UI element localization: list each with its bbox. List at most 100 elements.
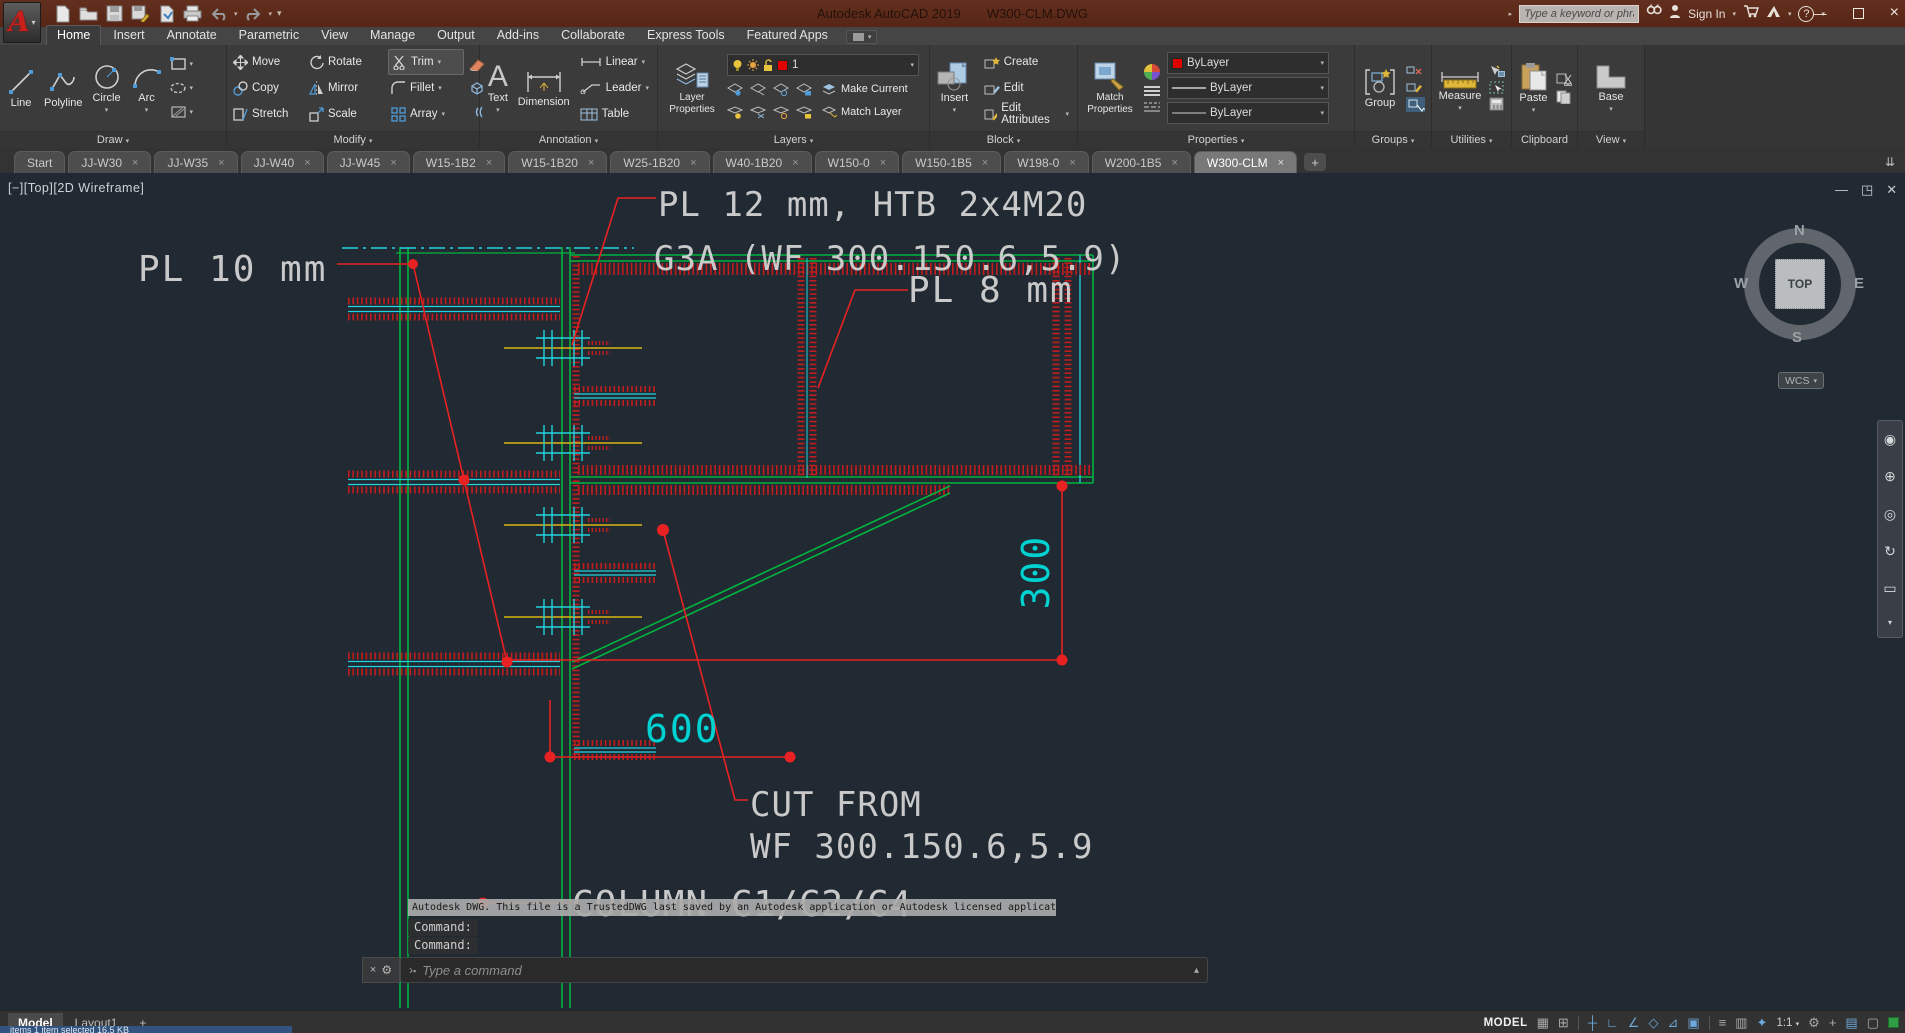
search-expand-icon[interactable]: ▸ [1509,10,1513,18]
arc-tool[interactable]: Arc ▾ [128,47,166,129]
linetype-select[interactable]: ByLayer ▾ [1167,102,1329,124]
save-as-icon[interactable] [130,4,151,23]
match-properties-button[interactable]: Match Properties [1081,47,1139,129]
search-icon[interactable] [1646,4,1662,23]
panel-label-modify[interactable]: Modify ▾ [227,131,479,148]
panel-label-draw[interactable]: Draw ▾ [0,131,226,148]
new-drawing-icon[interactable] [52,4,73,23]
mirror-tool[interactable]: Mirror [306,75,384,101]
panel-label-utilities[interactable]: Utilities ▾ [1432,131,1511,148]
redo-dropdown-icon[interactable]: ▾ [269,10,273,18]
viewport-controls[interactable]: [−][Top][2D Wireframe] [8,181,144,195]
viewcube-west[interactable]: W [1734,275,1748,292]
ortho-icon[interactable]: ∟ [1606,1015,1619,1030]
autocad-logo-button[interactable]: A ▾ [3,2,41,43]
print-icon[interactable] [182,4,203,23]
file-tab[interactable]: W198-0 × [1004,151,1089,173]
osnap-icon[interactable]: ▣ [1687,1015,1699,1031]
close-button[interactable]: × [1890,4,1899,22]
layer-isolate-icon[interactable] [750,82,766,96]
workspace-gear-icon[interactable]: ⚙ [1808,1015,1820,1031]
ribbon-tab-expresstools[interactable]: Express Tools [637,26,735,45]
command-history-expand-icon[interactable]: ▴ [1194,965,1199,976]
command-close-icon[interactable]: × [370,964,376,976]
undo-icon[interactable] [208,4,229,23]
sign-in-dropdown-icon[interactable]: ▾ [1732,10,1736,18]
edit-block-button[interactable]: Edit [980,76,1072,100]
open-folder-icon[interactable] [78,4,99,23]
panel-label-view[interactable]: View ▾ [1578,131,1644,148]
ribbon-tab-home[interactable]: Home [46,25,102,45]
ellipse-tool[interactable]: ▾ [169,78,193,98]
file-tab[interactable]: W200-1B5 × [1091,151,1191,173]
color-select[interactable]: ByLayer ▾ [1167,52,1329,74]
color-wheel-icon[interactable] [1143,63,1161,81]
copy-clip-icon[interactable] [1556,90,1572,104]
ribbon-tab-featuredapps[interactable]: Featured Apps [737,26,838,45]
leader-tool[interactable]: Leader ▾ [577,76,652,100]
file-tab-active[interactable]: W300-CLM × [1193,151,1298,173]
osnap-tracking-icon[interactable]: ⊿ [1667,1015,1678,1031]
isodraft-icon[interactable]: ◇ [1648,1015,1658,1031]
help-icon[interactable]: ? [1798,5,1815,22]
copy-tool[interactable]: Copy [230,75,302,101]
match-layer-button[interactable]: Match Layer [819,106,905,118]
trim-tool[interactable]: Trim ▾ [388,49,464,75]
linear-dimension-tool[interactable]: Linear ▾ [577,50,652,74]
ribbon-tab-collaborate[interactable]: Collaborate [551,26,635,45]
redo-icon[interactable] [243,4,264,23]
viewcube-south[interactable]: S [1792,329,1802,346]
layer-unlock-all-icon[interactable] [796,105,812,119]
id-point-icon[interactable] [1489,65,1506,78]
file-tab[interactable]: W150-0 × [814,151,900,173]
search-input[interactable] [1519,4,1640,23]
layer-thaw-icon[interactable] [750,105,766,119]
table-tool[interactable]: Table [577,102,652,126]
graphics-status-icon[interactable] [1888,1017,1899,1028]
file-tab[interactable]: W150-1B5 × [902,151,1002,173]
undo-dropdown-icon[interactable]: ▾ [234,10,238,18]
quick-calculator-icon[interactable] [1489,97,1504,111]
make-current-button[interactable]: Make Current [819,83,911,95]
ribbon-tab-insert[interactable]: Insert [103,26,154,45]
clean-screen-icon[interactable]: ▢ [1867,1015,1879,1031]
orbit-icon[interactable]: ↻ [1884,543,1896,560]
model-space-button[interactable]: MODEL [1484,1017,1528,1029]
paste-button[interactable]: Paste ▾ [1515,47,1552,129]
panel-label-layers[interactable]: Layers ▾ [658,131,929,148]
dynamic-input-icon[interactable]: ┼ [1588,1015,1597,1030]
quick-properties-icon[interactable]: ▤ [1845,1015,1857,1031]
lineweight-icon[interactable]: ≡ [1719,1015,1727,1030]
quick-select-icon[interactable] [1489,81,1506,94]
command-input[interactable]: ›▪ Type a command ▴ [400,957,1208,983]
file-tab[interactable]: JJ-W30 × [68,151,152,173]
layer-on-all-icon[interactable] [727,105,743,119]
drawing-minimize-button[interactable]: — [1835,182,1848,198]
apps-dropdown-icon[interactable]: ▾ [1788,10,1792,18]
drawing-close-button[interactable]: ✕ [1886,182,1897,198]
group-selection-toggle-icon[interactable] [1406,96,1425,112]
array-tool[interactable]: Array ▾ [388,101,464,127]
file-tab-start[interactable]: Start [14,151,66,173]
viewcube[interactable]: N S W E TOP [1734,222,1864,346]
file-tab[interactable]: W15-1B2 × [412,151,506,173]
pan-icon[interactable]: ⊕ [1884,468,1896,485]
insert-block-button[interactable]: Insert ▾ [933,47,976,129]
layer-off-icon[interactable] [727,82,743,96]
text-tool[interactable]: A Text ▾ [483,47,513,129]
save-icon[interactable] [104,4,125,23]
drawing-restore-button[interactable]: ◳ [1861,182,1873,198]
layer-select[interactable]: 1 ▾ [727,54,919,76]
annotation-monitor-icon[interactable]: + [1829,1015,1837,1030]
minimize-button[interactable]: — [1814,6,1827,21]
annotation-visibility-icon[interactable]: ✦ [1757,1015,1768,1031]
panel-label-groups[interactable]: Groups ▾ [1355,131,1431,148]
line-tool[interactable]: Line [3,47,39,129]
viewcube-east[interactable]: E [1854,275,1864,292]
snap-icon[interactable]: ⊞ [1558,1015,1569,1031]
layer-properties-button[interactable]: Layer Properties [661,47,723,129]
qat-customize-icon[interactable]: ▾ [277,8,282,19]
layer-freeze-all-icon[interactable] [773,105,789,119]
group-button[interactable]: Group [1358,47,1402,129]
file-tab[interactable]: W40-1B20 × [712,151,812,173]
